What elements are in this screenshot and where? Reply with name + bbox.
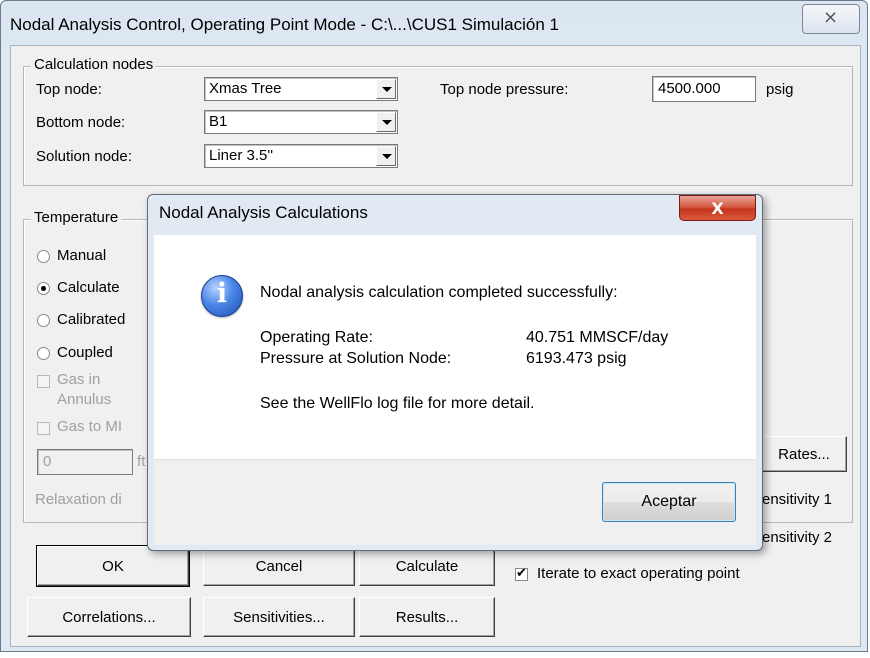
depth-input[interactable]: 0: [37, 449, 133, 475]
top-node-select[interactable]: Xmas Tree: [204, 77, 398, 101]
radio-manual[interactable]: [37, 250, 50, 263]
dialog-heading: Nodal analysis calculation completed suc…: [260, 284, 618, 301]
iterate-label: Iterate to exact operating point: [537, 565, 740, 582]
ok-button[interactable]: OK: [36, 545, 190, 587]
top-node-pressure-unit: psig: [766, 81, 794, 98]
accept-button[interactable]: Aceptar: [602, 482, 736, 522]
top-node-label: Top node:: [36, 81, 102, 98]
top-node-pressure-value: 4500.000: [658, 80, 721, 97]
calculation-nodes-legend: Calculation nodes: [31, 56, 157, 73]
top-node-pressure-input[interactable]: 4500.000: [652, 76, 756, 102]
solution-pressure-value: 6193.473 psig: [526, 350, 627, 367]
iterate-checkbox[interactable]: [515, 566, 528, 581]
results-button[interactable]: Results...: [359, 597, 495, 637]
solution-node-value: Liner 3.5'': [209, 147, 274, 164]
radio-calibrated-label: Calibrated: [57, 311, 126, 328]
sensitivity-1-label: ensitivity 1: [762, 491, 833, 508]
radio-manual-label: Manual: [57, 247, 107, 264]
temperature-legend: Temperature: [31, 209, 122, 226]
radio-calibrated[interactable]: [37, 314, 50, 327]
chevron-down-icon[interactable]: [376, 79, 396, 99]
relaxation-label: Relaxation di: [35, 491, 122, 508]
radio-calculate[interactable]: [37, 282, 50, 295]
dialog-title: Nodal Analysis Calculations: [159, 203, 368, 222]
log-file-note: See the WellFlo log file for more detail…: [260, 395, 535, 412]
chevron-down-icon[interactable]: [376, 112, 396, 132]
dialog-close-button[interactable]: X: [679, 195, 756, 221]
correlations-button[interactable]: Correlations...: [27, 597, 191, 637]
gas-in-annulus-label-2: Annulus: [57, 391, 112, 408]
solution-pressure-label: Pressure at Solution Node:: [260, 350, 452, 367]
gas-in-annulus-label-1: Gas in: [57, 371, 101, 388]
cancel-button[interactable]: Cancel: [203, 546, 355, 586]
close-icon: ⨯: [823, 7, 839, 28]
chevron-down-icon[interactable]: [376, 146, 396, 166]
depth-unit: ft: [137, 453, 146, 470]
operating-rate-value: 40.751 MMSCF/day: [526, 329, 669, 346]
top-node-pressure-label: Top node pressure:: [440, 81, 569, 98]
info-icon: i: [201, 275, 243, 317]
bottom-node-value: B1: [209, 113, 228, 130]
radio-calculate-label: Calculate: [57, 279, 120, 296]
calculate-button[interactable]: Calculate: [359, 546, 495, 586]
gas-in-annulus-checkbox[interactable]: [37, 375, 50, 388]
bottom-node-label: Bottom node:: [36, 114, 126, 131]
solution-node-select[interactable]: Liner 3.5'': [204, 144, 398, 168]
depth-value: 0: [43, 453, 52, 470]
sensitivity-2-label: ensitivity 2: [762, 529, 833, 546]
gas-to-checkbox[interactable]: [37, 422, 50, 435]
top-node-value: Xmas Tree: [209, 80, 282, 97]
radio-coupled[interactable]: [37, 347, 50, 360]
sensitivities-button[interactable]: Sensitivities...: [203, 597, 355, 637]
operating-rate-label: Operating Rate:: [260, 329, 373, 346]
dialog-button-bar: Aceptar: [154, 459, 756, 545]
gas-to-label: Gas to MI: [57, 418, 123, 435]
radio-coupled-label: Coupled: [57, 344, 113, 361]
nodal-analysis-message-dialog: Nodal Analysis Calculations X i Nodal an…: [147, 194, 763, 551]
window-title: Nodal Analysis Control, Operating Point …: [10, 15, 559, 34]
calculation-nodes-group: Calculation nodes Top node: Xmas Tree To…: [23, 56, 853, 186]
rates-button[interactable]: Rates...: [761, 436, 847, 472]
dialog-message-area: i Nodal analysis calculation completed s…: [154, 235, 756, 459]
window-close-button[interactable]: ⨯: [802, 4, 860, 34]
solution-node-label: Solution node:: [36, 148, 132, 165]
bottom-node-select[interactable]: B1: [204, 110, 398, 134]
